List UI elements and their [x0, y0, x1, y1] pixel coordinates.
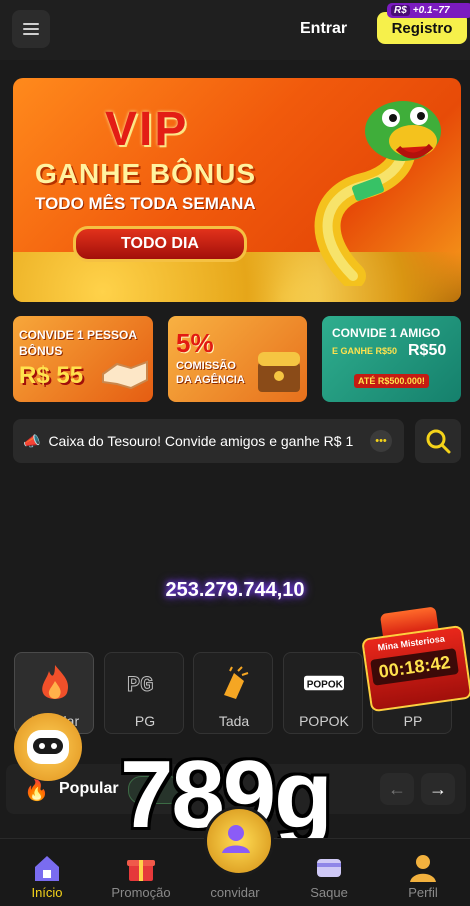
tab-label: PP — [403, 713, 423, 729]
promo-card-invite-bonus[interactable]: CONVIDE 1 PESSOA BÔNUS R$ 55 — [13, 316, 153, 402]
support-robot-button[interactable] — [14, 713, 82, 781]
promo-line: BÔNUS — [19, 344, 63, 358]
badge-amount: +0.1~77 — [412, 5, 450, 16]
hamburger-icon — [23, 20, 39, 38]
promo-card-invite-friend[interactable]: CONVIDE 1 AMIGO E GANHE R$50 R$50 ATÉ R$… — [322, 316, 461, 402]
promo-line: ATÉ R$500.000! — [354, 374, 429, 388]
arrow-right-icon: → — [429, 778, 447, 799]
nav-label: Início — [31, 885, 63, 900]
tab-tada[interactable]: Tada — [193, 652, 273, 734]
promo-line: COMISSÃO — [176, 360, 236, 372]
login-button[interactable]: Entrar — [300, 20, 347, 38]
fire-icon: 🔥 — [24, 780, 49, 802]
promo-line: E GANHE R$50 — [332, 346, 398, 356]
notice-text: Caixa do Tesouro! Convide amigos e ganhe… — [48, 433, 354, 449]
gift-icon — [127, 860, 155, 881]
promo-line: DA AGÊNCIA — [176, 374, 245, 386]
promo-line: CONVIDE 1 AMIGO — [332, 326, 441, 340]
handshake-icon — [102, 360, 148, 390]
menu-button[interactable] — [12, 10, 50, 48]
nav-withdraw[interactable]: Saque — [282, 839, 376, 906]
section-title: Popular — [59, 780, 119, 797]
promo-percent: 5% — [176, 328, 214, 358]
vip-banner[interactable]: VIP GANHE BÔNUS TODO MÊS TODA SEMANA TOD… — [13, 78, 461, 302]
register-bonus-badge: R$ +0.1~77 — [387, 3, 470, 18]
chat-bubble-icon[interactable]: ••• — [370, 430, 392, 452]
scroll-left-button[interactable]: ← — [380, 773, 414, 805]
scroll-right-button[interactable]: → — [421, 773, 455, 805]
withdraw-icon — [317, 859, 341, 877]
profile-icon — [410, 855, 436, 882]
tab-label: POPOK — [299, 713, 349, 729]
tab-popok[interactable]: POPOK POPOK — [283, 652, 363, 734]
svg-text:PG: PG — [127, 673, 153, 695]
banner-subtitle: GANHE BÔNUS — [35, 158, 257, 189]
fire-icon — [35, 663, 75, 703]
nav-profile[interactable]: Perfil — [376, 839, 470, 906]
home-icon — [35, 856, 59, 881]
tada-hand-icon — [214, 663, 254, 703]
promo-line: CONVIDE 1 PESSOA — [19, 328, 138, 342]
dragon-illustration — [314, 101, 441, 286]
nav-label: Perfil — [408, 885, 438, 900]
nav-home[interactable]: Início — [0, 839, 94, 906]
invite-icon — [222, 825, 250, 853]
search-button[interactable] — [415, 419, 461, 463]
tab-label: PG — [134, 713, 156, 729]
banner-cta-button[interactable]: TODO DIA — [73, 226, 247, 262]
promo-amount: R$50 — [408, 342, 447, 359]
promo-card-agency-commission[interactable]: 5% COMISSÃO DA AGÊNCIA — [168, 316, 307, 402]
nav-label: Promoção — [111, 885, 171, 900]
treasure-chest-icon — [258, 352, 300, 392]
robot-icon — [27, 730, 69, 764]
banner-title: VIP — [105, 103, 189, 156]
search-icon — [426, 429, 451, 454]
promo-amount: R$ 55 — [19, 362, 84, 389]
popok-logo-icon: POPOK — [304, 663, 344, 703]
tab-pg[interactable]: PG PG — [104, 652, 184, 734]
nav-label: convidar — [210, 885, 260, 900]
banner-tagline: TODO MÊS TODA SEMANA — [35, 194, 256, 213]
mystery-mine-widget[interactable]: Mina Misteriosa 00:18:42 — [354, 603, 470, 713]
jackpot-counter: 253.279.744,10 — [165, 579, 305, 601]
speaker-icon: 📣 — [23, 432, 41, 449]
arrow-left-icon: ← — [388, 778, 406, 799]
top-bar: Entrar Registro R$ +0.1~77 — [0, 0, 470, 60]
svg-text:POPOK: POPOK — [307, 680, 344, 691]
tab-label: Tada — [218, 713, 250, 729]
badge-currency: R$ — [391, 5, 410, 16]
nav-promotion[interactable]: Promoção — [94, 839, 188, 906]
invite-center-button[interactable] — [204, 806, 274, 876]
pg-logo-icon: PG — [125, 663, 165, 703]
nav-label: Saque — [310, 885, 348, 900]
notice-marquee[interactable]: 📣 Caixa do Tesouro! Convide amigos e gan… — [13, 419, 404, 463]
